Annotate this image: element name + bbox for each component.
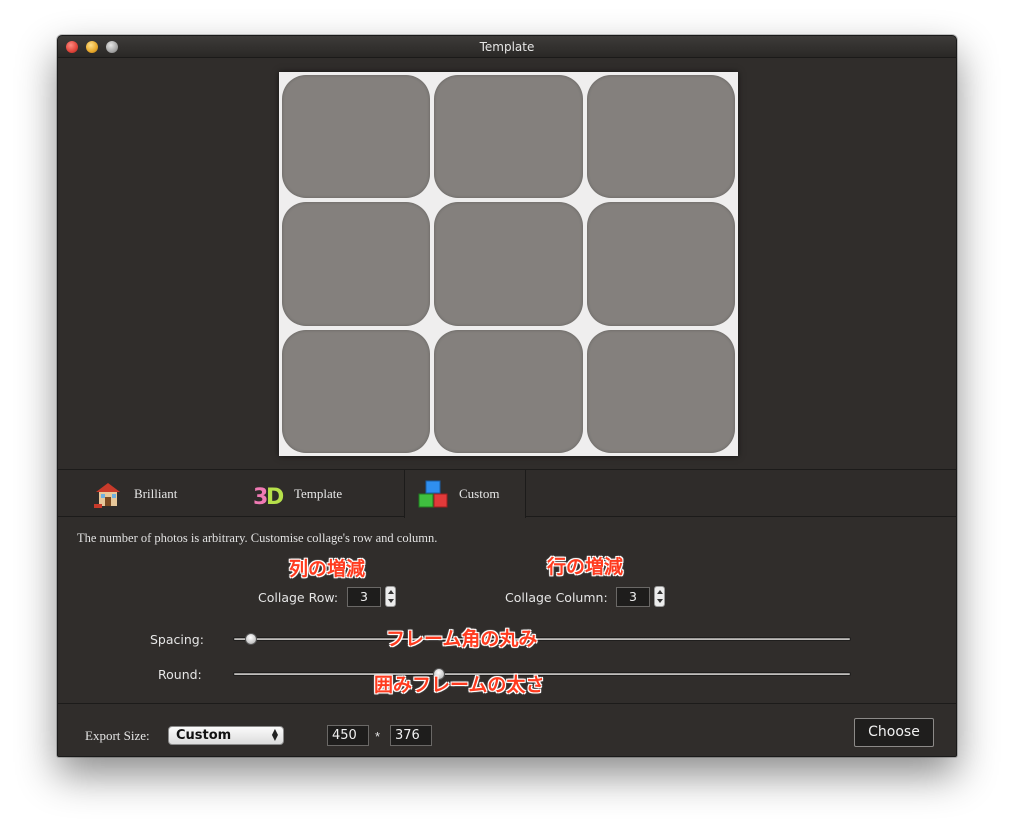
collage-row-arrows-icon[interactable] [385,586,396,607]
tab-template-label: Template [294,485,343,501]
annotation-spacing: フレーム角の丸み [386,628,538,650]
collage-cell[interactable] [586,202,735,326]
annotation-round: 囲みフレームの太さ [374,674,545,696]
tab-brilliant[interactable]: Brilliant [92,470,232,517]
spacing-slider-track[interactable] [233,637,851,641]
collage-cell[interactable] [434,75,583,199]
collage-preview[interactable] [279,72,738,456]
tab-custom[interactable]: Custom [404,470,526,518]
collage-cell[interactable] [282,75,431,199]
house-icon [92,478,124,510]
spacing-slider[interactable] [233,631,851,647]
choose-button[interactable]: Choose [854,718,934,747]
collage-column-value[interactable]: 3 [616,586,650,607]
export-size-select[interactable]: Custom ▲ ▼ [168,726,284,745]
collage-row-label: Collage Row: [258,590,339,605]
collage-column-label: Collage Column: [505,590,608,605]
spacing-slider-knob[interactable] [245,633,257,645]
collage-cell[interactable] [586,329,735,453]
window-title: Template [479,40,535,54]
annotation-rows: 列の増減 [289,558,366,580]
annotation-columns: 行の増減 [547,556,624,578]
template-tab-bar: Brilliant 3 D Template Custom [58,469,956,518]
3d-icon: 3 D [252,478,284,510]
svg-text:D: D [266,485,284,510]
title-bar: Template [58,36,956,58]
export-size-selected: Custom [176,728,232,743]
size-separator: * [375,729,381,744]
tab-custom-label: Custom [459,486,500,501]
collage-column-stepper[interactable]: 3 [616,586,665,607]
export-size-label: Export Size: [85,728,150,743]
collage-column-arrows-icon[interactable] [654,586,665,607]
round-label: Round: [158,667,202,682]
collage-row-stepper[interactable]: 3 [347,586,396,607]
export-bar: Export Size: Custom ▲ ▼ 450 * 376 Choose [58,703,956,756]
collage-cell[interactable] [586,75,735,199]
collage-cell[interactable] [434,329,583,453]
tab-template[interactable]: 3 D Template [252,470,402,517]
collage-cell[interactable] [282,202,431,326]
tab-brilliant-label: Brilliant [134,485,178,501]
custom-hint-text: The number of photos is arbitrary. Custo… [77,531,438,545]
export-height-input[interactable]: 376 [390,725,432,746]
blocks-icon [417,478,449,510]
export-width-input[interactable]: 450 [327,725,369,746]
template-window: Template Brilliant 3 D Template Custom T… [57,35,957,757]
collage-row-value[interactable]: 3 [347,586,381,607]
collage-cell[interactable] [282,329,431,453]
chevron-updown-icon: ▲ ▼ [271,727,278,742]
collage-cell[interactable] [434,202,583,326]
spacing-label: Spacing: [150,632,204,647]
